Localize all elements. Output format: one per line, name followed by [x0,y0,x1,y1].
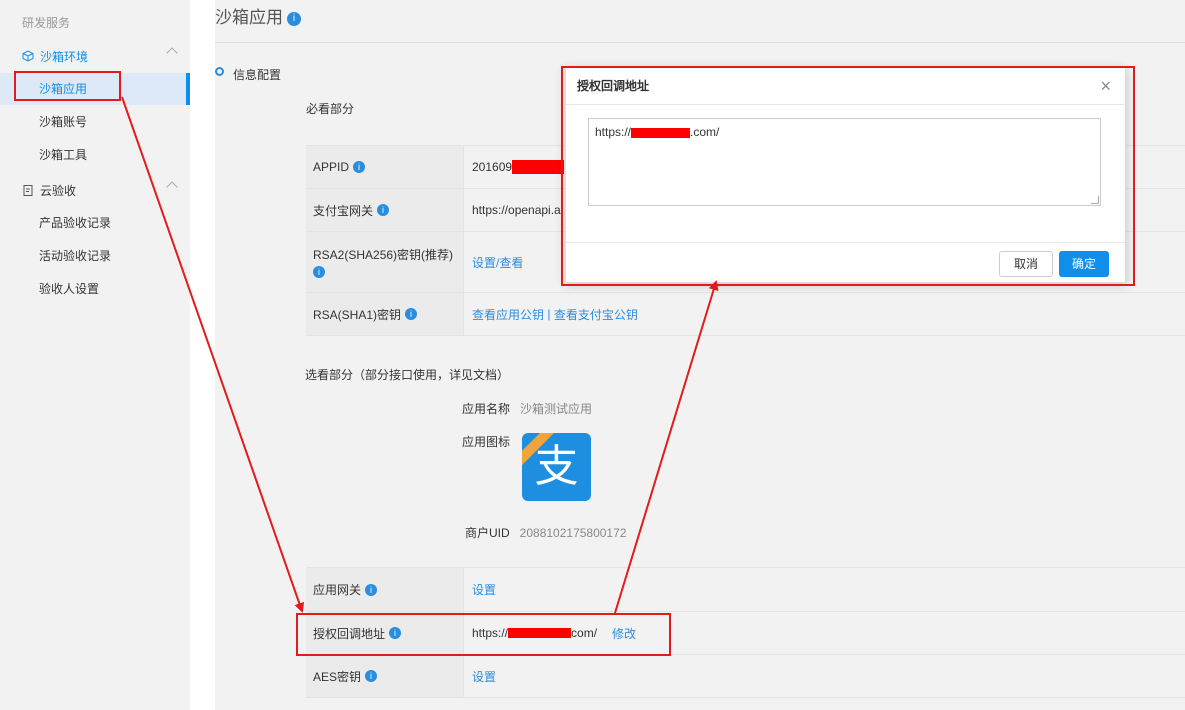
optional-heading: 选看部分（部分接口使用，详见文档） [305,368,510,382]
app-gateway-setup-link[interactable]: 设置 [472,581,496,598]
info-icon[interactable]: i [405,308,418,320]
app-icon-label: 应用图标 [462,435,511,449]
info-icon[interactable]: i [365,670,378,682]
sidebar-section-title: 研发服务 [22,16,71,30]
sidebar-group-label: 云验收 [40,183,77,198]
row-key: RSA(SHA1)密钥 i [306,293,464,335]
sidebar-group-label: 沙箱环境 [40,49,89,64]
sidebar: 研发服务 沙箱环境 沙箱应用 沙箱账号 沙箱工具 云验收 产品验收记录 活动验收… [0,0,190,710]
cube-icon [22,50,34,62]
page-title: 沙箱应用 i [215,3,301,28]
row-key-label: 应用网关 [313,583,362,597]
aes-key-setup-link[interactable]: 设置 [472,668,496,685]
row-key: APPID i [306,146,464,188]
table-row: AES密钥 i 设置 [306,655,1185,698]
info-icon[interactable]: i [365,583,378,596]
alipay-logo-glyph: 支 [534,441,579,492]
merchant-uid-value: 2088102175800172 [519,526,627,540]
sidebar-item-sandbox-account[interactable]: 沙箱账号 [0,106,190,138]
sidebar-item-product-records[interactable]: 产品验收记录 [0,207,190,239]
row-key: RSA2(SHA256)密钥(推荐) i [306,232,464,292]
info-icon[interactable]: i [313,266,325,278]
page-title-text: 沙箱应用 [215,8,283,27]
row-value: 查看应用公钥 | 查看支付宝公钥 [464,293,1185,335]
sidebar-group-cloud-acceptance[interactable]: 云验收 [0,174,190,206]
chevron-up-icon [166,47,178,59]
annotation-box-sidebar [14,71,121,101]
sidebar-item-acceptor-settings[interactable]: 验收人设置 [0,273,190,305]
row-key-label: APPID [313,160,350,174]
table-row: 应用网关 i 设置 [306,568,1185,612]
row-value: 设置 [464,655,1185,697]
link-separator: | [544,307,554,321]
info-icon[interactable]: i [353,161,366,173]
row-key: AES密钥 i [306,655,464,697]
row-value: 设置 [464,568,1185,611]
app-name-row: 应用名称 沙箱测试应用 [462,400,592,417]
merchant-uid-label: 商户UID [465,526,510,540]
info-icon[interactable]: i [377,204,390,216]
row-key: 支付宝网关 i [306,189,464,231]
view-alipay-public-key-link[interactable]: 查看支付宝公钥 [554,306,638,323]
redaction-mark [512,160,565,174]
chevron-up-icon [166,181,178,193]
app-name-value: 沙箱测试应用 [520,402,593,416]
appid-value: 201609 [472,160,513,174]
view-app-public-key-link[interactable]: 查看应用公钥 [472,306,544,323]
row-key: 应用网关 i [306,568,464,611]
step-label: 信息配置 [233,68,282,82]
info-icon[interactable]: i [287,12,301,26]
gateway-value: https://openapi.al [472,203,564,217]
clipboard-icon [23,185,33,196]
row-key-label: 支付宝网关 [313,203,374,218]
rsa2-setup-link[interactable]: 设置/查看 [472,254,523,271]
app-name-label: 应用名称 [462,402,511,416]
annotation-box-modal [561,66,1135,286]
row-key-label: RSA(SHA1)密钥 [313,307,402,322]
sidebar-group-sandbox[interactable]: 沙箱环境 [0,40,190,72]
table-row: RSA(SHA1)密钥 i 查看应用公钥 | 查看支付宝公钥 [306,293,1185,336]
row-key-label: RSA2(SHA256)密钥(推荐) [313,248,454,262]
merchant-uid-row: 商户UID 2088102175800172 [465,524,626,541]
divider [215,42,1185,43]
required-heading: 必看部分 [306,102,355,116]
sidebar-item-sandbox-tools[interactable]: 沙箱工具 [0,139,190,171]
step-dot-icon [215,67,224,76]
row-key-label: AES密钥 [313,669,362,684]
annotation-box-callback-row [296,613,671,656]
app-logo: 支 [522,433,591,501]
sidebar-item-activity-records[interactable]: 活动验收记录 [0,240,190,272]
